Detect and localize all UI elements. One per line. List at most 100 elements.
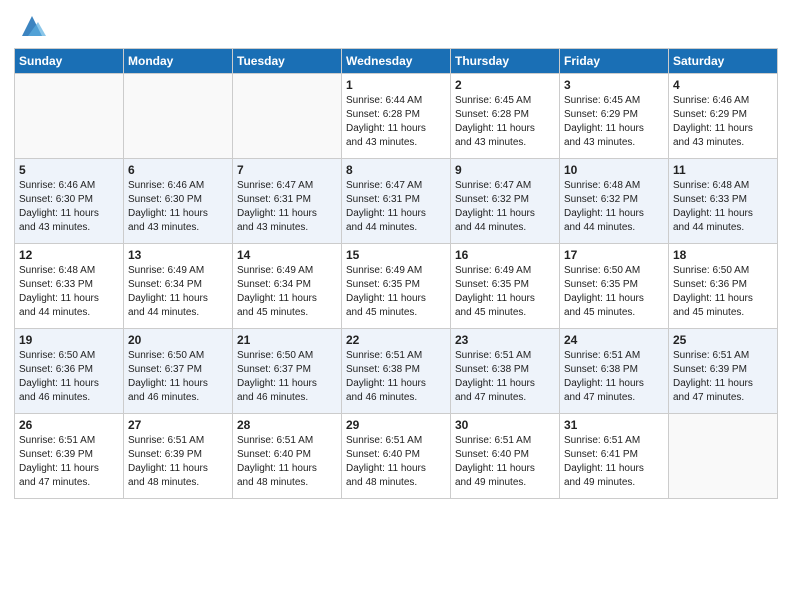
day-info: Sunrise: 6:51 AM Sunset: 6:38 PM Dayligh… (346, 349, 446, 405)
day-cell: 26 Sunrise: 6:51 AM Sunset: 6:39 PM Dayli… (15, 414, 124, 499)
week-row-4: 19 Sunrise: 6:50 AM Sunset: 6:36 PM Dayli… (15, 329, 778, 414)
day-info: Sunrise: 6:49 AM Sunset: 6:34 PM Dayligh… (237, 264, 337, 320)
day-number: 16 (455, 248, 555, 262)
day-number: 15 (346, 248, 446, 262)
day-cell: 20 Sunrise: 6:50 AM Sunset: 6:37 PM Dayli… (124, 329, 233, 414)
logo-icon (18, 12, 46, 40)
day-info: Sunrise: 6:47 AM Sunset: 6:31 PM Dayligh… (346, 179, 446, 235)
week-row-3: 12 Sunrise: 6:48 AM Sunset: 6:33 PM Dayli… (15, 244, 778, 329)
day-number: 28 (237, 418, 337, 432)
day-cell: 13 Sunrise: 6:49 AM Sunset: 6:34 PM Dayli… (124, 244, 233, 329)
day-cell: 30 Sunrise: 6:51 AM Sunset: 6:40 PM Dayli… (451, 414, 560, 499)
day-number: 3 (564, 78, 664, 92)
day-info: Sunrise: 6:51 AM Sunset: 6:41 PM Dayligh… (564, 434, 664, 490)
day-info: Sunrise: 6:50 AM Sunset: 6:36 PM Dayligh… (673, 264, 773, 320)
week-row-2: 5 Sunrise: 6:46 AM Sunset: 6:30 PM Daylig… (15, 159, 778, 244)
day-number: 26 (19, 418, 119, 432)
day-info: Sunrise: 6:48 AM Sunset: 6:33 PM Dayligh… (19, 264, 119, 320)
day-cell: 7 Sunrise: 6:47 AM Sunset: 6:31 PM Daylig… (233, 159, 342, 244)
day-info: Sunrise: 6:51 AM Sunset: 6:38 PM Dayligh… (564, 349, 664, 405)
header (14, 10, 778, 40)
day-info: Sunrise: 6:51 AM Sunset: 6:39 PM Dayligh… (673, 349, 773, 405)
day-cell: 11Sunrise: 6:48 AM Sunset: 6:33 PM Dayli… (669, 159, 778, 244)
day-number: 17 (564, 248, 664, 262)
day-info: Sunrise: 6:45 AM Sunset: 6:28 PM Dayligh… (455, 94, 555, 150)
day-info: Sunrise: 6:51 AM Sunset: 6:40 PM Dayligh… (455, 434, 555, 490)
day-info: Sunrise: 6:50 AM Sunset: 6:37 PM Dayligh… (128, 349, 228, 405)
weekday-tuesday: Tuesday (233, 49, 342, 74)
day-cell: 15 Sunrise: 6:49 AM Sunset: 6:35 PM Dayli… (342, 244, 451, 329)
day-number: 19 (19, 333, 119, 347)
day-cell: 10Sunrise: 6:48 AM Sunset: 6:32 PM Dayli… (560, 159, 669, 244)
day-cell: 19 Sunrise: 6:50 AM Sunset: 6:36 PM Dayli… (15, 329, 124, 414)
week-row-5: 26 Sunrise: 6:51 AM Sunset: 6:39 PM Dayli… (15, 414, 778, 499)
day-number: 31 (564, 418, 664, 432)
page: SundayMondayTuesdayWednesdayThursdayFrid… (0, 0, 792, 612)
day-cell: 14 Sunrise: 6:49 AM Sunset: 6:34 PM Dayli… (233, 244, 342, 329)
day-cell: 27Sunrise: 6:51 AM Sunset: 6:39 PM Dayli… (124, 414, 233, 499)
day-cell: 9 Sunrise: 6:47 AM Sunset: 6:32 PM Daylig… (451, 159, 560, 244)
day-number: 22 (346, 333, 446, 347)
day-number: 7 (237, 163, 337, 177)
calendar: SundayMondayTuesdayWednesdayThursdayFrid… (14, 48, 778, 499)
day-cell (669, 414, 778, 499)
day-cell: 24 Sunrise: 6:51 AM Sunset: 6:38 PM Dayli… (560, 329, 669, 414)
day-cell: 12 Sunrise: 6:48 AM Sunset: 6:33 PM Dayli… (15, 244, 124, 329)
day-number: 9 (455, 163, 555, 177)
day-cell: 3 Sunrise: 6:45 AM Sunset: 6:29 PM Daylig… (560, 74, 669, 159)
day-info: Sunrise: 6:51 AM Sunset: 6:38 PM Dayligh… (455, 349, 555, 405)
day-number: 12 (19, 248, 119, 262)
day-cell: 16Sunrise: 6:49 AM Sunset: 6:35 PM Dayli… (451, 244, 560, 329)
day-info: Sunrise: 6:47 AM Sunset: 6:31 PM Dayligh… (237, 179, 337, 235)
day-number: 21 (237, 333, 337, 347)
day-cell: 1Sunrise: 6:44 AM Sunset: 6:28 PM Daylig… (342, 74, 451, 159)
day-number: 14 (237, 248, 337, 262)
day-cell: 21 Sunrise: 6:50 AM Sunset: 6:37 PM Dayli… (233, 329, 342, 414)
day-cell: 8 Sunrise: 6:47 AM Sunset: 6:31 PM Daylig… (342, 159, 451, 244)
day-cell: 28 Sunrise: 6:51 AM Sunset: 6:40 PM Dayli… (233, 414, 342, 499)
day-cell: 5 Sunrise: 6:46 AM Sunset: 6:30 PM Daylig… (15, 159, 124, 244)
weekday-saturday: Saturday (669, 49, 778, 74)
day-number: 30 (455, 418, 555, 432)
day-number: 25 (673, 333, 773, 347)
day-number: 23 (455, 333, 555, 347)
day-info: Sunrise: 6:50 AM Sunset: 6:37 PM Dayligh… (237, 349, 337, 405)
weekday-header-row: SundayMondayTuesdayWednesdayThursdayFrid… (15, 49, 778, 74)
day-info: Sunrise: 6:46 AM Sunset: 6:30 PM Dayligh… (128, 179, 228, 235)
day-info: Sunrise: 6:44 AM Sunset: 6:28 PM Dayligh… (346, 94, 446, 150)
day-info: Sunrise: 6:51 AM Sunset: 6:39 PM Dayligh… (128, 434, 228, 490)
day-cell: 23 Sunrise: 6:51 AM Sunset: 6:38 PM Dayli… (451, 329, 560, 414)
weekday-wednesday: Wednesday (342, 49, 451, 74)
week-row-1: 1Sunrise: 6:44 AM Sunset: 6:28 PM Daylig… (15, 74, 778, 159)
day-number: 5 (19, 163, 119, 177)
day-info: Sunrise: 6:45 AM Sunset: 6:29 PM Dayligh… (564, 94, 664, 150)
day-info: Sunrise: 6:48 AM Sunset: 6:33 PM Dayligh… (673, 179, 773, 235)
day-cell (15, 74, 124, 159)
day-info: Sunrise: 6:47 AM Sunset: 6:32 PM Dayligh… (455, 179, 555, 235)
day-cell: 31 Sunrise: 6:51 AM Sunset: 6:41 PM Dayli… (560, 414, 669, 499)
day-info: Sunrise: 6:49 AM Sunset: 6:34 PM Dayligh… (128, 264, 228, 320)
weekday-friday: Friday (560, 49, 669, 74)
day-info: Sunrise: 6:51 AM Sunset: 6:39 PM Dayligh… (19, 434, 119, 490)
weekday-monday: Monday (124, 49, 233, 74)
day-number: 29 (346, 418, 446, 432)
day-number: 2 (455, 78, 555, 92)
day-number: 13 (128, 248, 228, 262)
day-number: 8 (346, 163, 446, 177)
day-cell: 6 Sunrise: 6:46 AM Sunset: 6:30 PM Daylig… (124, 159, 233, 244)
day-info: Sunrise: 6:50 AM Sunset: 6:36 PM Dayligh… (19, 349, 119, 405)
day-info: Sunrise: 6:51 AM Sunset: 6:40 PM Dayligh… (237, 434, 337, 490)
day-info: Sunrise: 6:46 AM Sunset: 6:30 PM Dayligh… (19, 179, 119, 235)
day-number: 24 (564, 333, 664, 347)
day-number: 10 (564, 163, 664, 177)
day-number: 20 (128, 333, 228, 347)
day-cell: 17Sunrise: 6:50 AM Sunset: 6:35 PM Dayli… (560, 244, 669, 329)
day-number: 6 (128, 163, 228, 177)
day-info: Sunrise: 6:49 AM Sunset: 6:35 PM Dayligh… (346, 264, 446, 320)
day-cell: 22 Sunrise: 6:51 AM Sunset: 6:38 PM Dayli… (342, 329, 451, 414)
day-cell: 25 Sunrise: 6:51 AM Sunset: 6:39 PM Dayli… (669, 329, 778, 414)
day-cell: 29Sunrise: 6:51 AM Sunset: 6:40 PM Dayli… (342, 414, 451, 499)
day-cell (233, 74, 342, 159)
day-number: 18 (673, 248, 773, 262)
day-info: Sunrise: 6:46 AM Sunset: 6:29 PM Dayligh… (673, 94, 773, 150)
